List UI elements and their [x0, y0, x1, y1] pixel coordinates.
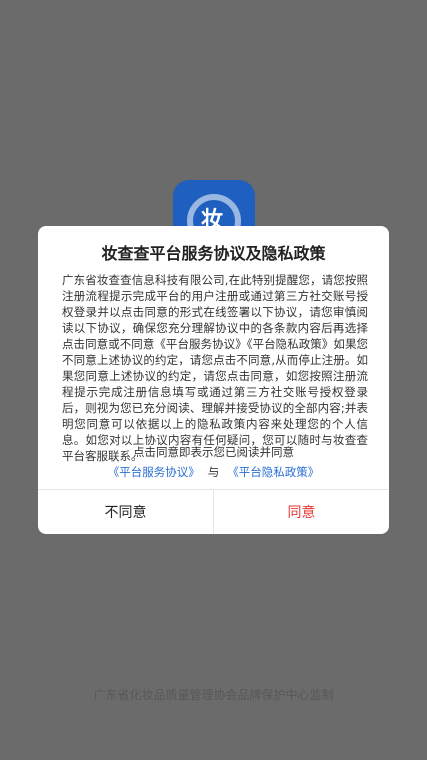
dialog-body-text: 广东省妆查查信息科技有限公司,在此特别提醒您，请您按照注册流程提示完成平台的用户…: [62, 273, 368, 463]
consent-text: 点击同意即表示您已阅读并同意: [133, 445, 294, 459]
agree-button[interactable]: 同意: [214, 490, 389, 534]
agreement-dialog: 妆查查平台服务协议及隐私政策 广东省妆查查信息科技有限公司,在此特别提醒您，请您…: [38, 226, 389, 534]
service-agreement-link[interactable]: 《平台服务协议》: [108, 465, 200, 479]
and-text: 与: [207, 465, 220, 479]
privacy-policy-link[interactable]: 《平台隐私政策》: [227, 465, 319, 479]
dialog-button-row: 不同意 同意: [38, 489, 389, 534]
dialog-title: 妆查查平台服务协议及隐私政策: [101, 244, 326, 263]
footer-note: 广东省化妆品质量管理协会品牌保护中心监制: [93, 688, 334, 702]
agreement-links: 《平台服务协议》与《平台隐私政策》: [38, 464, 389, 480]
decline-button[interactable]: 不同意: [38, 490, 214, 534]
